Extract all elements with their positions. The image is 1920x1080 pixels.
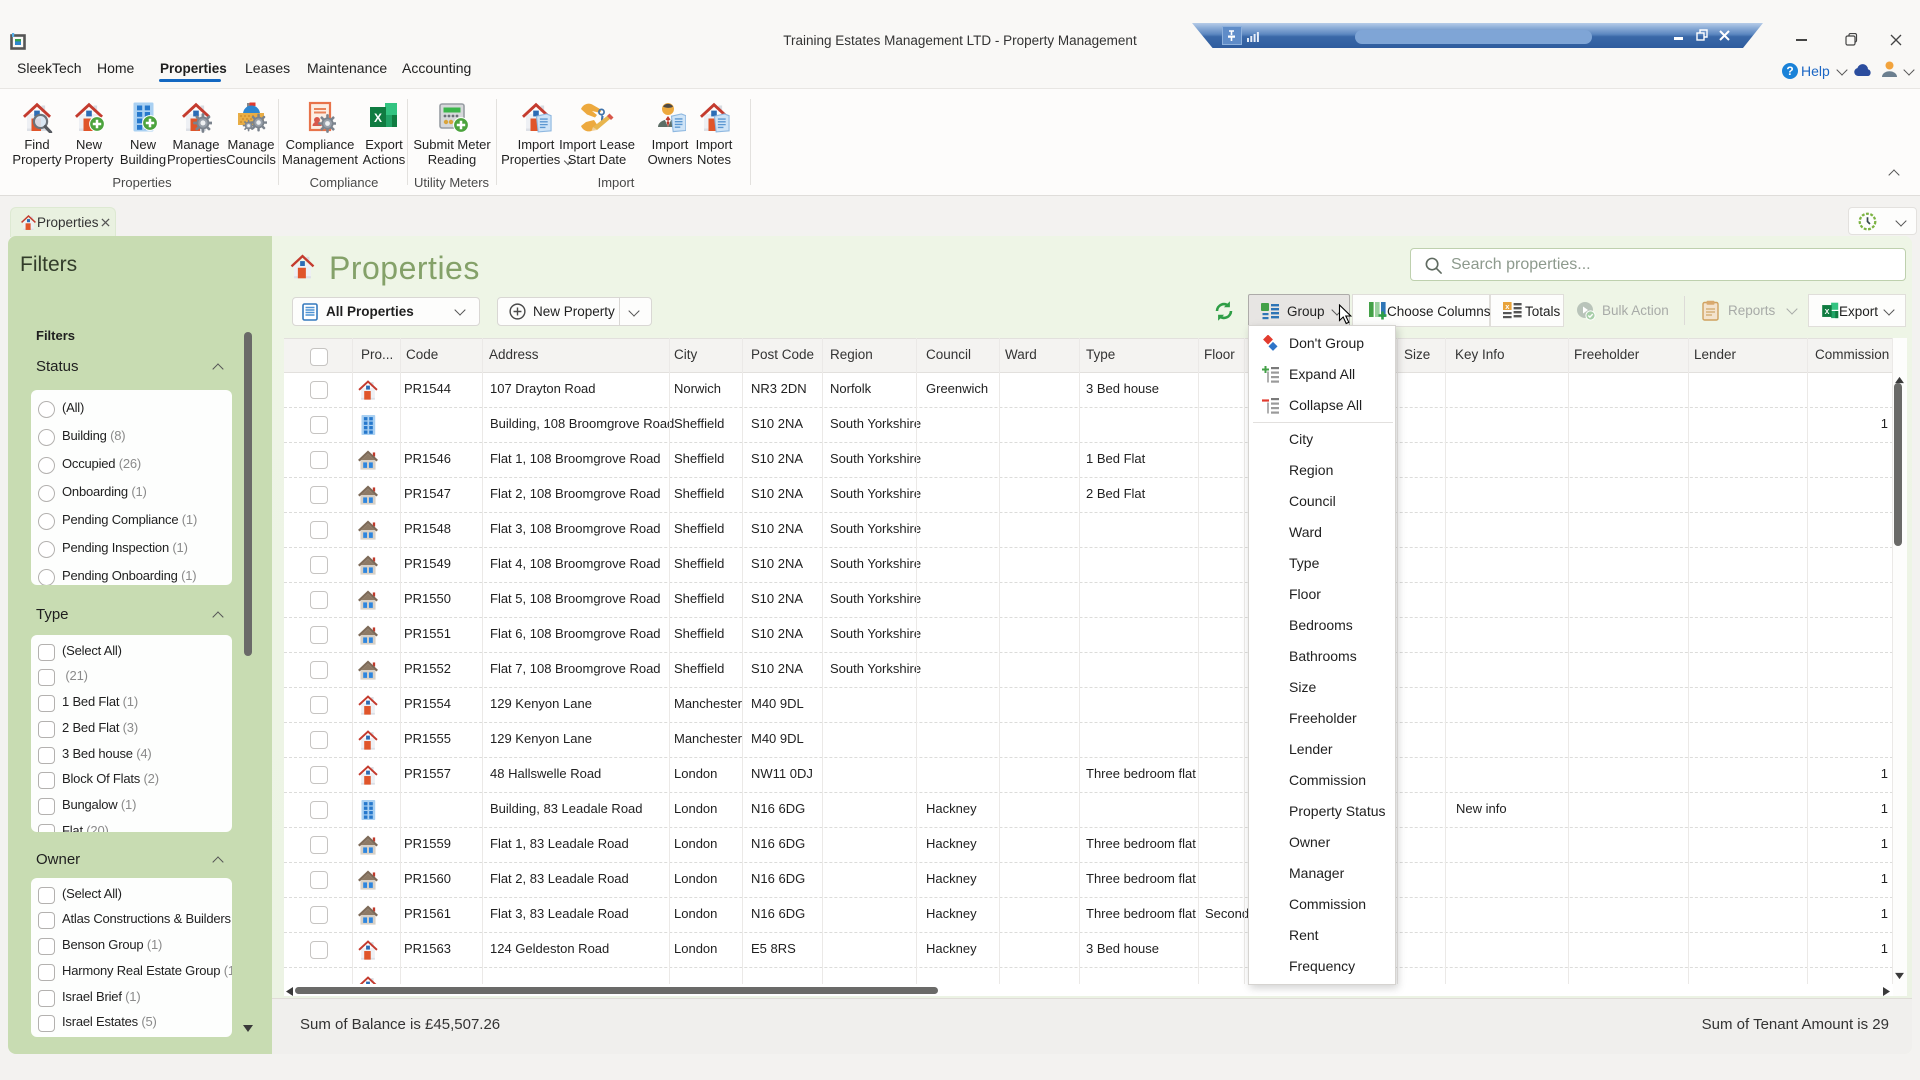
svg-text:X: X xyxy=(1825,308,1830,316)
svg-text:X: X xyxy=(374,111,382,125)
